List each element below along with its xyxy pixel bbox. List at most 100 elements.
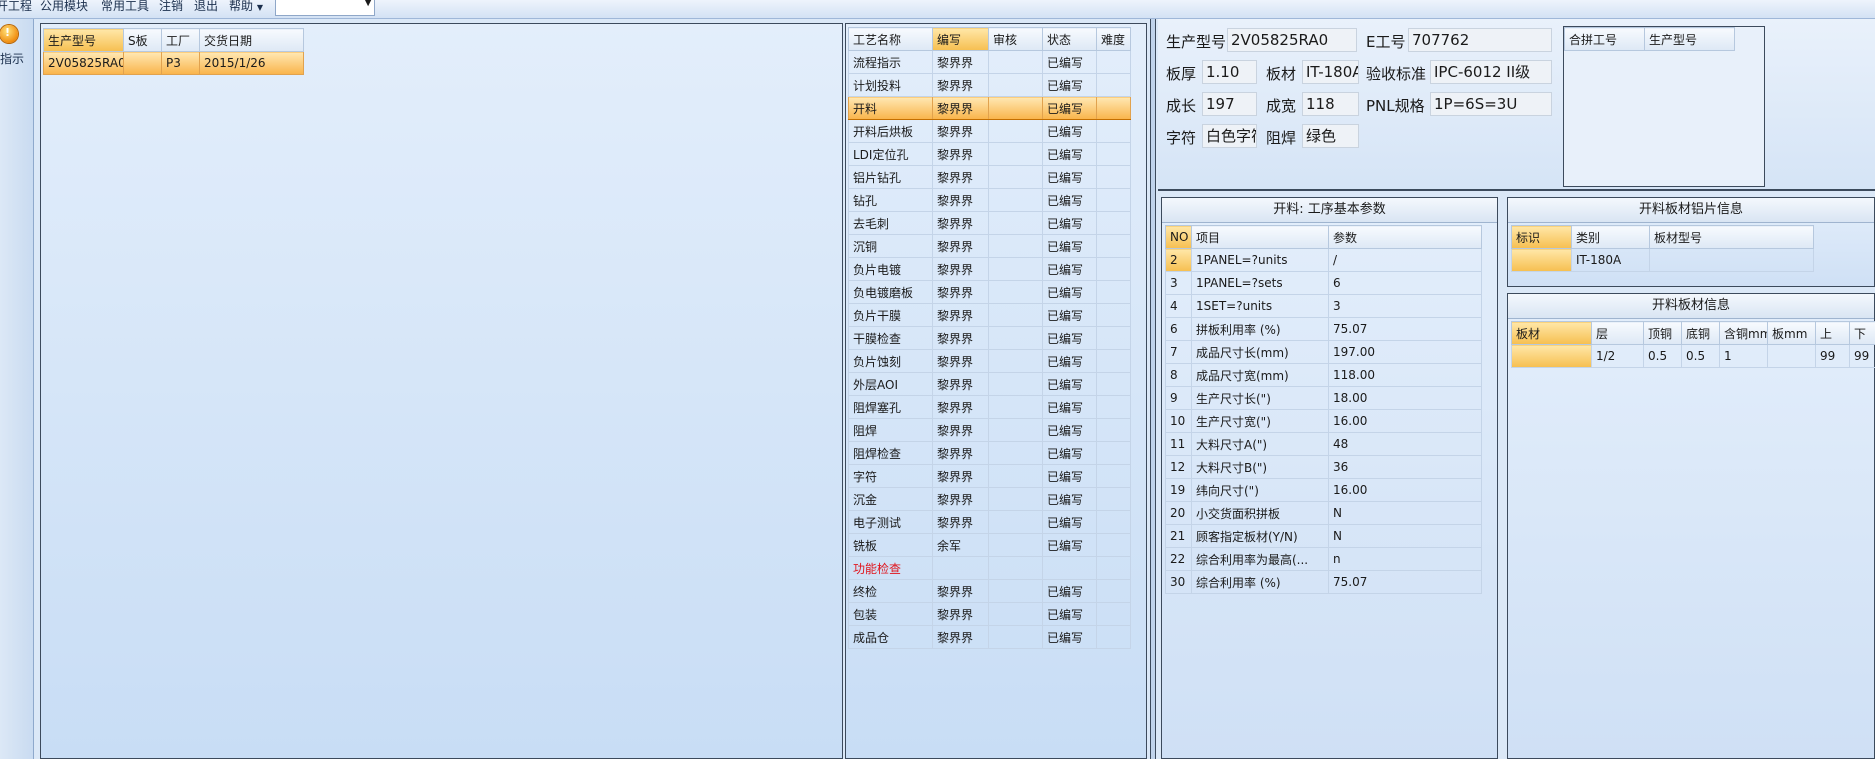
process-row[interactable]: 负片蚀刻 黎界界 已编写 [848, 349, 1131, 373]
param-cell[interactable]: 75.07 [1328, 570, 1482, 594]
process-row[interactable]: 沉铜 黎界界 已编写 [848, 234, 1131, 258]
col-header-upper[interactable]: 上 [1815, 321, 1850, 345]
reviewer-cell[interactable] [988, 372, 1043, 396]
param-row[interactable]: 7 成品尺寸长(mm) 197.00 [1165, 340, 1482, 364]
status-cell[interactable]: 已编写 [1042, 441, 1097, 465]
reviewer-cell[interactable] [988, 441, 1043, 465]
param-row[interactable]: 3 1PANEL=?sets 6 [1165, 271, 1482, 295]
author-cell[interactable]: 黎界界 [932, 73, 989, 97]
author-cell[interactable]: 黎界界 [932, 510, 989, 534]
param-cell[interactable]: / [1328, 248, 1482, 272]
difficulty-cell[interactable] [1096, 556, 1131, 580]
no-cell[interactable]: 11 [1165, 432, 1192, 456]
process-row[interactable]: 沉金 黎界界 已编写 [848, 487, 1131, 511]
author-cell[interactable]: 余军 [932, 533, 989, 557]
difficulty-cell[interactable] [1096, 96, 1131, 120]
process-row[interactable]: 负电镀磨板 黎界界 已编写 [848, 280, 1131, 304]
status-cell[interactable]: 已编写 [1042, 372, 1097, 396]
reviewer-cell[interactable] [988, 142, 1043, 166]
board-model-cell[interactable] [1649, 248, 1814, 272]
author-cell[interactable]: 黎界界 [932, 119, 989, 143]
status-cell[interactable]: 已编写 [1042, 50, 1097, 74]
process-row[interactable]: 终检 黎界界 已编写 [848, 579, 1131, 603]
process-name-cell[interactable]: LDI定位孔 [848, 142, 933, 166]
process-name-cell[interactable]: 阻焊 [848, 418, 933, 442]
difficulty-cell[interactable] [1096, 579, 1131, 603]
param-cell[interactable]: 16.00 [1328, 478, 1482, 502]
top-copper-cell[interactable]: 0.5 [1643, 344, 1682, 368]
author-cell[interactable]: 黎界界 [932, 579, 989, 603]
param-row[interactable]: 19 纬向尺寸(") 16.00 [1165, 478, 1482, 502]
lower-cell[interactable]: 99 [1849, 344, 1875, 368]
param-row[interactable]: 4 1SET=?units 3 [1165, 294, 1482, 318]
difficulty-cell[interactable] [1096, 188, 1131, 212]
process-name-cell[interactable]: 电子测试 [848, 510, 933, 534]
model-cell[interactable]: 2V05825RA0 [43, 51, 124, 75]
difficulty-cell[interactable] [1096, 533, 1131, 557]
reviewer-cell[interactable] [988, 533, 1043, 557]
author-cell[interactable]: 黎界界 [932, 487, 989, 511]
reviewer-cell[interactable] [988, 234, 1043, 258]
author-cell[interactable]: 黎界界 [932, 280, 989, 304]
param-cell[interactable]: 118.00 [1328, 363, 1482, 387]
author-cell[interactable]: 黎界界 [932, 372, 989, 396]
reviewer-cell[interactable] [988, 50, 1043, 74]
instruction-button[interactable]: 指示 [0, 50, 24, 67]
author-cell[interactable]: 黎界界 [932, 234, 989, 258]
board-cell[interactable] [1511, 344, 1592, 368]
panel-splitter[interactable] [1150, 19, 1156, 759]
item-cell[interactable]: 顾客指定板材(Y/N) [1191, 524, 1329, 548]
param-row[interactable]: 22 综合利用率为最高(... n [1165, 547, 1482, 571]
process-name-cell[interactable]: 沉金 [848, 487, 933, 511]
process-name-cell[interactable]: 铣板 [848, 533, 933, 557]
col-header-lower[interactable]: 下 [1849, 321, 1875, 345]
col-header-param[interactable]: 参数 [1328, 225, 1482, 249]
author-cell[interactable]: 黎界界 [932, 625, 989, 649]
item-cell[interactable]: 大料尺寸B(") [1191, 455, 1329, 479]
status-cell[interactable]: 已编写 [1042, 234, 1097, 258]
difficulty-cell[interactable] [1096, 349, 1131, 373]
reviewer-cell[interactable] [988, 602, 1043, 626]
author-cell[interactable]: 黎界界 [932, 418, 989, 442]
reviewer-cell[interactable] [988, 326, 1043, 350]
param-cell[interactable]: 48 [1328, 432, 1482, 456]
col-header-author[interactable]: 编写 [932, 27, 989, 51]
difficulty-cell[interactable] [1096, 165, 1131, 189]
menu-item-tools[interactable]: 常用工具 [101, 0, 149, 14]
reviewer-cell[interactable] [988, 257, 1043, 281]
mark-cell[interactable] [1511, 248, 1572, 272]
process-name-cell[interactable]: 负片蚀刻 [848, 349, 933, 373]
author-cell[interactable] [932, 556, 989, 580]
param-cell[interactable]: 36 [1328, 455, 1482, 479]
status-cell[interactable]: 已编写 [1042, 464, 1097, 488]
difficulty-cell[interactable] [1096, 119, 1131, 143]
status-cell[interactable]: 已编写 [1042, 395, 1097, 419]
reviewer-cell[interactable] [988, 487, 1043, 511]
s-board-cell[interactable] [123, 51, 162, 75]
status-cell[interactable]: 已编写 [1042, 625, 1097, 649]
col-header-status[interactable]: 状态 [1042, 27, 1097, 51]
item-cell[interactable]: 1PANEL=?sets [1191, 271, 1329, 295]
orange-ball-icon[interactable]: ! [0, 25, 18, 43]
param-row[interactable]: 12 大料尺寸B(") 36 [1165, 455, 1482, 479]
reviewer-cell[interactable] [988, 119, 1043, 143]
reviewer-cell[interactable] [988, 625, 1043, 649]
param-row[interactable]: 20 小交货面积拼板 N [1165, 501, 1482, 525]
process-name-cell[interactable]: 负片电镀 [848, 257, 933, 281]
col-header-copper-mm[interactable]: 含铜mm [1719, 321, 1768, 345]
process-row[interactable]: LDI定位孔 黎界界 已编写 [848, 142, 1131, 166]
status-cell[interactable]: 已编写 [1042, 188, 1097, 212]
difficulty-cell[interactable] [1096, 418, 1131, 442]
no-cell[interactable]: 21 [1165, 524, 1192, 548]
process-name-cell[interactable]: 字符 [848, 464, 933, 488]
status-cell[interactable]: 已编写 [1042, 326, 1097, 350]
item-cell[interactable]: 成品尺寸宽(mm) [1191, 363, 1329, 387]
col-header-board-mm[interactable]: 板mm [1767, 321, 1816, 345]
reviewer-cell[interactable] [988, 211, 1043, 235]
board-mm-cell[interactable] [1767, 344, 1816, 368]
process-row[interactable]: 字符 黎界界 已编写 [848, 464, 1131, 488]
order-row[interactable]: 2V05825RA0 P3 2015/1/26 [43, 51, 304, 75]
process-name-cell[interactable]: 去毛刺 [848, 211, 933, 235]
status-cell[interactable]: 已编写 [1042, 533, 1097, 557]
no-cell[interactable]: 19 [1165, 478, 1192, 502]
